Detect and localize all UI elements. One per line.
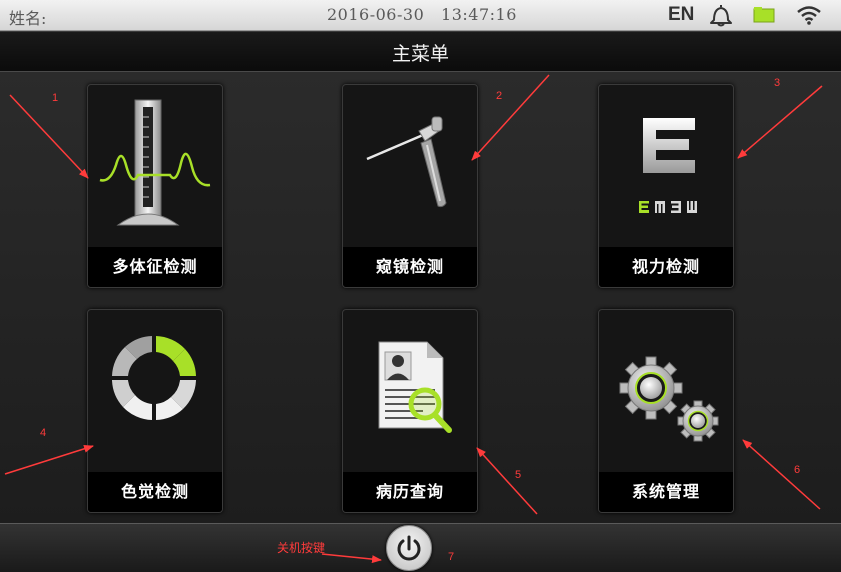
tile-label: 病历查询	[343, 472, 477, 512]
tile-label: 系统管理	[599, 472, 733, 512]
power-button[interactable]	[386, 525, 432, 571]
title-bar: 主菜单	[0, 31, 841, 73]
patient-name-label: 姓名:	[9, 9, 47, 28]
tile-vital-signs[interactable]: 多体征检测	[87, 84, 223, 288]
tile-label: 色觉检测	[88, 472, 222, 512]
battery-icon	[752, 6, 778, 28]
power-icon	[397, 535, 421, 561]
time-text: 13:47:16	[441, 5, 517, 24]
tile-label: 多体征检测	[88, 247, 222, 287]
annotation-number: 4	[40, 427, 47, 439]
tile-system-management[interactable]: 系统管理	[598, 309, 734, 513]
color-wheel-icon	[88, 310, 222, 470]
tile-label: 视力检测	[599, 247, 733, 287]
annotation-number: 7	[448, 551, 455, 563]
status-bar: 姓名: 2016-06-30 13:47:16 EN	[0, 0, 841, 31]
tile-vision-test[interactable]: 视力检测	[598, 84, 734, 288]
bell-icon[interactable]	[706, 3, 736, 31]
gears-icon	[599, 310, 733, 470]
tile-label: 窥镜检测	[343, 247, 477, 287]
tile-endoscope[interactable]: 窥镜检测	[342, 84, 478, 288]
power-button-annotation: 关机按键	[277, 541, 326, 555]
medical-record-search-icon	[343, 310, 477, 470]
annotation-number: 2	[496, 90, 503, 102]
tile-color-vision[interactable]: 色觉检测	[87, 309, 223, 513]
vital-signs-icon	[88, 85, 222, 245]
annotation-number: 1	[52, 92, 59, 104]
annotation-number: 5	[515, 469, 522, 481]
annotation-number: 6	[794, 464, 801, 476]
date-text: 2016-06-30	[327, 5, 425, 24]
wifi-icon	[795, 3, 823, 31]
tile-medical-records[interactable]: 病历查询	[342, 309, 478, 513]
page-title: 主菜单	[391, 43, 449, 65]
language-toggle[interactable]: EN	[668, 4, 694, 26]
annotation-number: 3	[774, 77, 781, 89]
eye-chart-icon	[599, 85, 733, 245]
otoscope-icon	[343, 85, 477, 245]
datetime: 2016-06-30 13:47:16	[327, 5, 517, 24]
